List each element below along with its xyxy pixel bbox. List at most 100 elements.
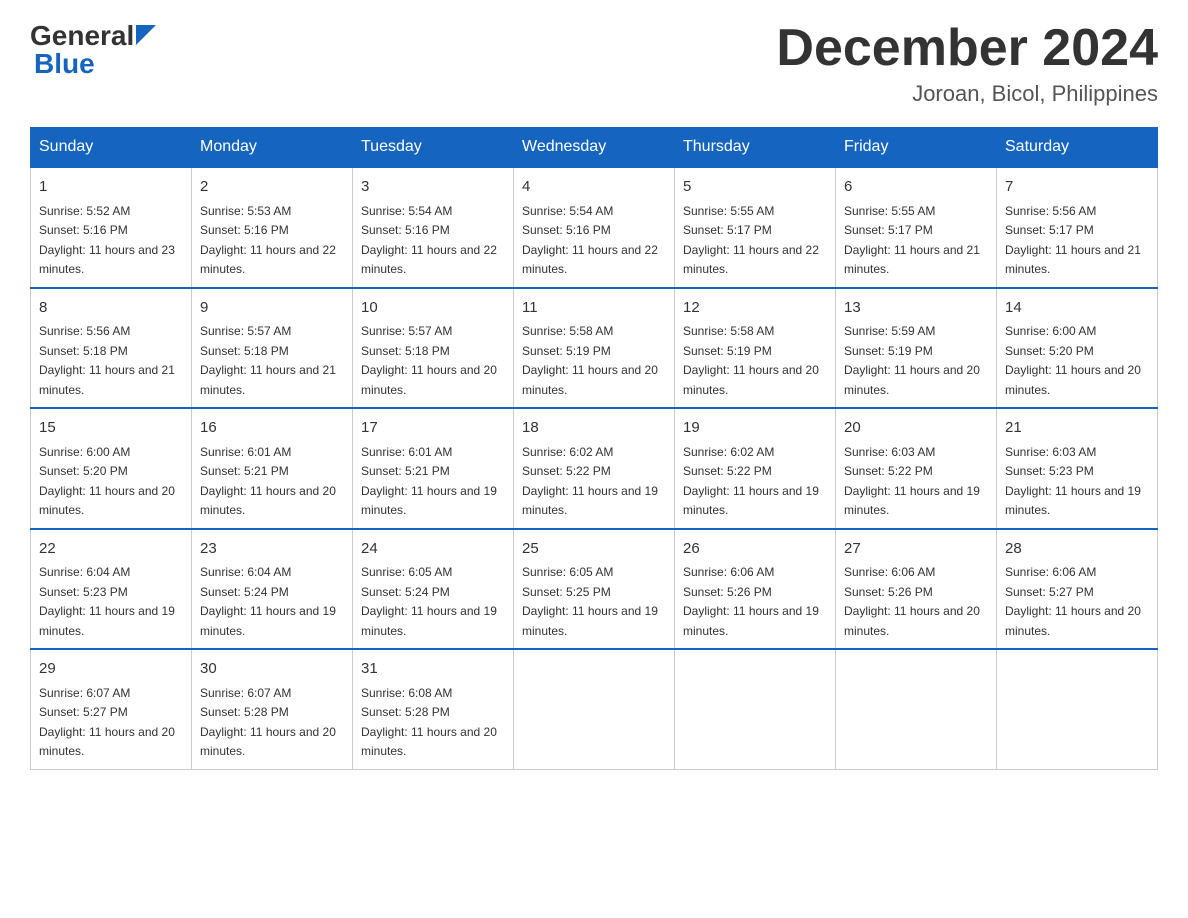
day-info: Sunrise: 6:04 AMSunset: 5:24 PMDaylight:… [200, 565, 336, 638]
calendar-cell: 11 Sunrise: 5:58 AMSunset: 5:19 PMDayligh… [514, 288, 675, 409]
day-info: Sunrise: 6:00 AMSunset: 5:20 PMDaylight:… [1005, 324, 1141, 397]
calendar-cell: 27Sunrise: 6:06 AMSunset: 5:26 PMDayligh… [836, 529, 997, 650]
day-info: Sunrise: 6:05 AMSunset: 5:24 PMDaylight:… [361, 565, 497, 638]
calendar-cell: 22 Sunrise: 6:04 AMSunset: 5:23 PMDayligh… [31, 529, 192, 650]
calendar-cell: 3Sunrise: 5:54 AMSunset: 5:16 PMDaylight… [353, 167, 514, 288]
day-info: Sunrise: 5:56 AMSunset: 5:18 PMDaylight:… [39, 324, 175, 397]
day-info: Sunrise: 6:07 AMSunset: 5:28 PMDaylight:… [200, 686, 336, 759]
header-tuesday: Tuesday [353, 128, 514, 168]
day-info: Sunrise: 6:07 AMSunset: 5:27 PMDaylight:… [39, 686, 175, 759]
calendar-cell: 8Sunrise: 5:56 AMSunset: 5:18 PMDaylight… [31, 288, 192, 409]
calendar-cell [997, 649, 1158, 769]
calendar-cell: 16 Sunrise: 6:01 AMSunset: 5:21 PMDayligh… [192, 408, 353, 529]
day-number: 2 [200, 176, 344, 199]
calendar-cell: 9 Sunrise: 5:57 AMSunset: 5:18 PMDaylight… [192, 288, 353, 409]
day-info: Sunrise: 6:03 AMSunset: 5:23 PMDaylight:… [1005, 445, 1141, 518]
day-info: Sunrise: 5:57 AMSunset: 5:18 PMDaylight:… [361, 324, 497, 397]
day-info: Sunrise: 6:06 AMSunset: 5:26 PMDaylight:… [844, 565, 980, 638]
day-info: Sunrise: 5:54 AMSunset: 5:16 PMDaylight:… [361, 204, 497, 277]
day-number: 16 [200, 417, 344, 440]
calendar-week-row: 22 Sunrise: 6:04 AMSunset: 5:23 PMDayligh… [31, 529, 1158, 650]
title-section: December 2024 Joroan, Bicol, Philippines [776, 20, 1158, 107]
calendar-cell: 26 Sunrise: 6:06 AMSunset: 5:26 PMDayligh… [675, 529, 836, 650]
calendar-cell: 14 Sunrise: 6:00 AMSunset: 5:20 PMDayligh… [997, 288, 1158, 409]
day-number: 20 [844, 417, 988, 440]
header-saturday: Saturday [997, 128, 1158, 168]
header-friday: Friday [836, 128, 997, 168]
calendar-cell: 13 Sunrise: 5:59 AMSunset: 5:19 PMDayligh… [836, 288, 997, 409]
day-info: Sunrise: 5:56 AMSunset: 5:17 PMDaylight:… [1005, 204, 1141, 277]
day-number: 19 [683, 417, 827, 440]
day-number: 11 [522, 297, 666, 320]
day-info: Sunrise: 5:58 AMSunset: 5:19 PMDaylight:… [683, 324, 819, 397]
calendar-cell: 19 Sunrise: 6:02 AMSunset: 5:22 PMDayligh… [675, 408, 836, 529]
day-number: 13 [844, 297, 988, 320]
calendar-cell: 30 Sunrise: 6:07 AMSunset: 5:28 PMDayligh… [192, 649, 353, 769]
calendar-header-row: SundayMondayTuesdayWednesdayThursdayFrid… [31, 128, 1158, 168]
day-number: 22 [39, 538, 183, 561]
day-info: Sunrise: 6:04 AMSunset: 5:23 PMDaylight:… [39, 565, 175, 638]
calendar-cell: 6Sunrise: 5:55 AMSunset: 5:17 PMDaylight… [836, 167, 997, 288]
header-monday: Monday [192, 128, 353, 168]
calendar-cell: 24Sunrise: 6:05 AMSunset: 5:24 PMDayligh… [353, 529, 514, 650]
calendar-cell: 1 Sunrise: 5:52 AMSunset: 5:16 PMDaylight… [31, 167, 192, 288]
calendar-cell: 17 Sunrise: 6:01 AMSunset: 5:21 PMDayligh… [353, 408, 514, 529]
header-thursday: Thursday [675, 128, 836, 168]
day-number: 30 [200, 658, 344, 681]
day-number: 5 [683, 176, 827, 199]
day-info: Sunrise: 5:55 AMSunset: 5:17 PMDaylight:… [844, 204, 980, 277]
month-title: December 2024 [776, 20, 1158, 77]
day-number: 15 [39, 417, 183, 440]
logo: General Blue [30, 20, 156, 80]
calendar-cell: 18 Sunrise: 6:02 AMSunset: 5:22 PMDayligh… [514, 408, 675, 529]
logo-triangle-icon [136, 25, 156, 45]
day-number: 1 [39, 176, 183, 199]
day-info: Sunrise: 5:52 AMSunset: 5:16 PMDaylight:… [39, 204, 175, 277]
day-info: Sunrise: 6:01 AMSunset: 5:21 PMDaylight:… [361, 445, 497, 518]
calendar-cell: 28 Sunrise: 6:06 AMSunset: 5:27 PMDayligh… [997, 529, 1158, 650]
day-info: Sunrise: 5:54 AMSunset: 5:16 PMDaylight:… [522, 204, 658, 277]
day-number: 31 [361, 658, 505, 681]
day-number: 23 [200, 538, 344, 561]
day-info: Sunrise: 6:02 AMSunset: 5:22 PMDaylight:… [683, 445, 819, 518]
logo-blue-text: Blue [34, 48, 95, 80]
day-number: 9 [200, 297, 344, 320]
day-info: Sunrise: 6:02 AMSunset: 5:22 PMDaylight:… [522, 445, 658, 518]
calendar-cell: 7 Sunrise: 5:56 AMSunset: 5:17 PMDaylight… [997, 167, 1158, 288]
day-info: Sunrise: 6:01 AMSunset: 5:21 PMDaylight:… [200, 445, 336, 518]
day-number: 26 [683, 538, 827, 561]
calendar-cell: 10 Sunrise: 5:57 AMSunset: 5:18 PMDayligh… [353, 288, 514, 409]
calendar-week-row: 29Sunrise: 6:07 AMSunset: 5:27 PMDayligh… [31, 649, 1158, 769]
day-number: 4 [522, 176, 666, 199]
day-number: 17 [361, 417, 505, 440]
calendar-cell: 21 Sunrise: 6:03 AMSunset: 5:23 PMDayligh… [997, 408, 1158, 529]
day-number: 14 [1005, 297, 1149, 320]
calendar-cell: 2Sunrise: 5:53 AMSunset: 5:16 PMDaylight… [192, 167, 353, 288]
day-info: Sunrise: 5:58 AMSunset: 5:19 PMDaylight:… [522, 324, 658, 397]
calendar-cell: 29Sunrise: 6:07 AMSunset: 5:27 PMDayligh… [31, 649, 192, 769]
day-info: Sunrise: 6:03 AMSunset: 5:22 PMDaylight:… [844, 445, 980, 518]
calendar-cell: 4 Sunrise: 5:54 AMSunset: 5:16 PMDaylight… [514, 167, 675, 288]
day-info: Sunrise: 5:59 AMSunset: 5:19 PMDaylight:… [844, 324, 980, 397]
calendar-cell: 12 Sunrise: 5:58 AMSunset: 5:19 PMDayligh… [675, 288, 836, 409]
header-wednesday: Wednesday [514, 128, 675, 168]
calendar-cell: 31 Sunrise: 6:08 AMSunset: 5:28 PMDayligh… [353, 649, 514, 769]
day-info: Sunrise: 6:00 AMSunset: 5:20 PMDaylight:… [39, 445, 175, 518]
day-number: 18 [522, 417, 666, 440]
day-number: 12 [683, 297, 827, 320]
calendar-cell: 15 Sunrise: 6:00 AMSunset: 5:20 PMDayligh… [31, 408, 192, 529]
header-sunday: Sunday [31, 128, 192, 168]
day-info: Sunrise: 6:05 AMSunset: 5:25 PMDaylight:… [522, 565, 658, 638]
calendar-cell: 25Sunrise: 6:05 AMSunset: 5:25 PMDayligh… [514, 529, 675, 650]
day-info: Sunrise: 5:55 AMSunset: 5:17 PMDaylight:… [683, 204, 819, 277]
calendar-cell [675, 649, 836, 769]
day-info: Sunrise: 6:08 AMSunset: 5:28 PMDaylight:… [361, 686, 497, 759]
day-info: Sunrise: 6:06 AMSunset: 5:26 PMDaylight:… [683, 565, 819, 638]
day-number: 21 [1005, 417, 1149, 440]
day-number: 7 [1005, 176, 1149, 199]
day-number: 28 [1005, 538, 1149, 561]
day-number: 10 [361, 297, 505, 320]
calendar-table: SundayMondayTuesdayWednesdayThursdayFrid… [30, 127, 1158, 770]
day-info: Sunrise: 6:06 AMSunset: 5:27 PMDaylight:… [1005, 565, 1141, 638]
day-info: Sunrise: 5:57 AMSunset: 5:18 PMDaylight:… [200, 324, 336, 397]
